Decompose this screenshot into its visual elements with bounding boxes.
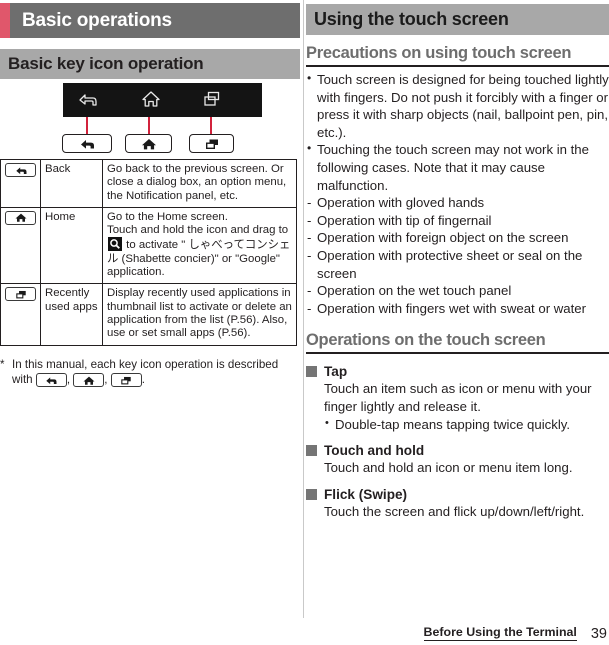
- footnote-marker: *: [0, 357, 5, 371]
- row-icon-cell: [0, 159, 41, 208]
- list-item: Operation with gloved hands: [306, 194, 609, 212]
- gesture-touch-and-hold: Touch and hold Touch and hold an icon or…: [306, 442, 609, 477]
- section-title: Basic key icon operation: [8, 54, 204, 73]
- table-row: Home Go to the Home screen. Touch and ho…: [0, 206, 297, 285]
- home-desc-line2: Touch and hold the icon and drag to: [107, 224, 289, 237]
- back-icon: [74, 88, 100, 110]
- chapter-heading: Basic operations: [0, 3, 300, 38]
- precautions-bullet-list: Touch screen is designed for being touch…: [306, 70, 609, 194]
- key-icon-table: Back Go back to the previous screen. Or …: [0, 159, 297, 346]
- list-item: Operation with foreign object on the scr…: [306, 229, 609, 247]
- gesture-tap: Tap Touch an item such as icon or menu w…: [306, 363, 609, 433]
- row-desc-cell: Go to the Home screen. Touch and hold th…: [102, 206, 297, 285]
- square-bullet-icon: [306, 488, 317, 500]
- leader-line-home: [148, 117, 150, 134]
- list-item: Operation with protective sheet or seal …: [306, 247, 609, 282]
- home-desc-line1: Go to the Home screen.: [107, 210, 228, 223]
- footnote-end: .: [141, 372, 145, 386]
- row-desc-cell: Display recently used applications in th…: [102, 283, 297, 346]
- row-name-cell: Back: [40, 159, 103, 208]
- footnote: * In this manual, each key icon operatio…: [0, 357, 296, 388]
- row-name-cell: Home: [40, 206, 103, 285]
- key-glyph-back: [62, 134, 112, 153]
- back-icon: [35, 373, 67, 388]
- band-title: Using the touch screen: [314, 9, 509, 29]
- gesture-title: Touch and hold: [306, 442, 609, 459]
- home-icon: [5, 210, 36, 225]
- key-glyph-home: [125, 134, 172, 153]
- back-icon: [5, 163, 36, 177]
- row-name-cell: Recently used apps: [40, 283, 103, 346]
- precautions-dash-list: Operation with gloved hands Operation wi…: [306, 194, 609, 317]
- gesture-body: Touch and hold an icon or menu item long…: [324, 460, 573, 476]
- square-bullet-icon: [306, 366, 317, 378]
- table-row: Recently used apps Display recently used…: [0, 283, 297, 346]
- gesture-title: Flick (Swipe): [306, 486, 609, 503]
- leader-line-recent: [210, 117, 212, 134]
- leader-line-back: [86, 117, 88, 134]
- home-icon: [138, 88, 164, 110]
- gesture-title-text: Flick (Swipe): [324, 486, 408, 502]
- home-icon: [73, 373, 105, 388]
- subheading-operations: Operations on the touch screen: [306, 331, 609, 355]
- recent-apps-icon: [199, 88, 225, 110]
- gesture-body: Touch the screen and flick up/down/left/…: [324, 503, 585, 519]
- subheading-precautions: Precautions on using touch screen: [306, 44, 609, 67]
- touchscreen-band-heading: Using the touch screen: [306, 4, 609, 35]
- recent-apps-icon: [110, 373, 142, 388]
- search-icon: [108, 237, 122, 252]
- list-item: Operation on the wet touch panel: [306, 282, 609, 300]
- gesture-body: Touch an item such as icon or menu with …: [324, 381, 592, 414]
- column-divider: [303, 0, 304, 618]
- row-desc-cell: Go back to the previous screen. Or close…: [102, 159, 297, 208]
- list-item: Operation with fingers wet with sweat or…: [306, 300, 609, 318]
- gesture-title: Tap: [306, 363, 609, 380]
- gesture-flick: Flick (Swipe) Touch the screen and flick…: [306, 486, 609, 521]
- gesture-subnote: Double-tap means tapping twice quickly.: [324, 415, 609, 434]
- home-desc-line3: to activate " しゃべってコンシェル (Shabette conci…: [107, 239, 291, 279]
- list-item: Touching the touch screen may not work i…: [306, 140, 609, 194]
- chapter-accent-bar: [0, 3, 10, 38]
- gesture-title-text: Tap: [324, 364, 348, 380]
- footnote-text: In this manual, each key icon operation …: [12, 357, 296, 388]
- page-footer: Before Using the Terminal 39: [423, 625, 609, 642]
- footnote-sep-2: ,: [104, 372, 111, 386]
- left-column: Basic operations Basic key icon operatio…: [0, 0, 300, 645]
- footer-section-title: Before Using the Terminal: [423, 625, 577, 641]
- row-icon-cell: [0, 206, 41, 285]
- square-bullet-icon: [306, 445, 317, 457]
- navigation-bar-figure: [0, 81, 300, 154]
- right-column: Using the touch screen Precautions on us…: [306, 0, 609, 645]
- manual-page: Basic operations Basic key icon operatio…: [0, 0, 609, 645]
- list-item: Touch screen is designed for being touch…: [306, 70, 609, 141]
- key-glyph-recent: [189, 134, 234, 153]
- page-number: 39: [590, 626, 607, 642]
- chapter-title: Basic operations: [22, 9, 172, 31]
- gesture-title-text: Touch and hold: [324, 443, 425, 459]
- section-heading: Basic key icon operation: [0, 49, 300, 79]
- list-item: Operation with tip of fingernail: [306, 212, 609, 230]
- row-icon-cell: [0, 283, 41, 346]
- table-row: Back Go back to the previous screen. Or …: [0, 159, 297, 208]
- recent-apps-icon: [5, 287, 36, 302]
